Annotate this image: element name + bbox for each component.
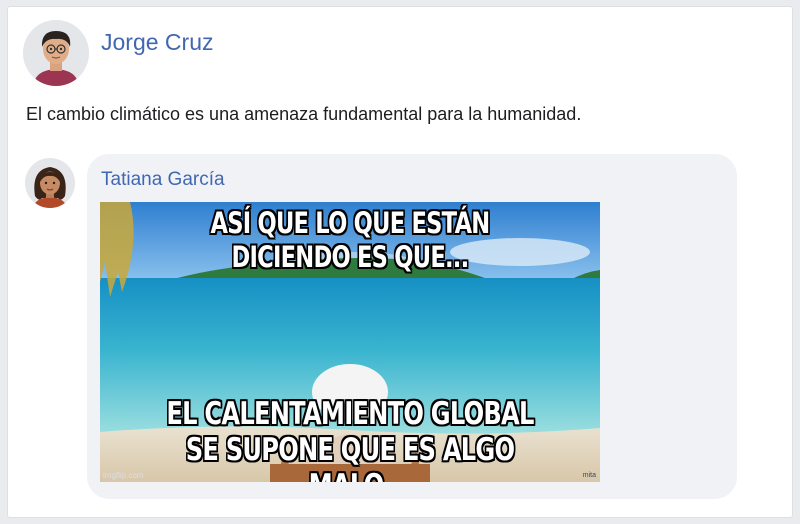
comment-bubble: Tatiana García ASÍ QUE LO QUE ESTÁN DICI… (87, 154, 737, 499)
meme-watermark: imgflip.com (103, 471, 144, 480)
comment-author-name[interactable]: Tatiana García (101, 169, 225, 191)
female-avatar-icon (25, 158, 75, 208)
comment-meme-image[interactable]: ASÍ QUE LO QUE ESTÁN DICIENDO ES QUE... … (100, 202, 600, 482)
post-author-name[interactable]: Jorge Cruz (101, 29, 213, 56)
post-text: El cambio climático es una amenaza funda… (26, 104, 582, 124)
meme-top-caption: ASÍ QUE LO QUE ESTÁN DICIENDO ES QUE... (210, 206, 491, 274)
meme-corner-mark: mita (582, 472, 596, 479)
meme-bottom-line-2: SE SUPONE QUE ES ALGO MALO. (185, 432, 515, 482)
post-card: Jorge Cruz El cambio climático es una am… (7, 6, 793, 518)
male-avatar-icon (23, 20, 89, 86)
post-author-avatar[interactable] (23, 20, 89, 86)
meme-bottom-caption: EL CALENTAMIENTO GLOBAL SE SUPONE QUE ES… (155, 396, 545, 482)
meme-bottom-line-1: EL CALENTAMIENTO GLOBAL (166, 396, 534, 432)
comment-author-avatar[interactable] (25, 158, 75, 208)
